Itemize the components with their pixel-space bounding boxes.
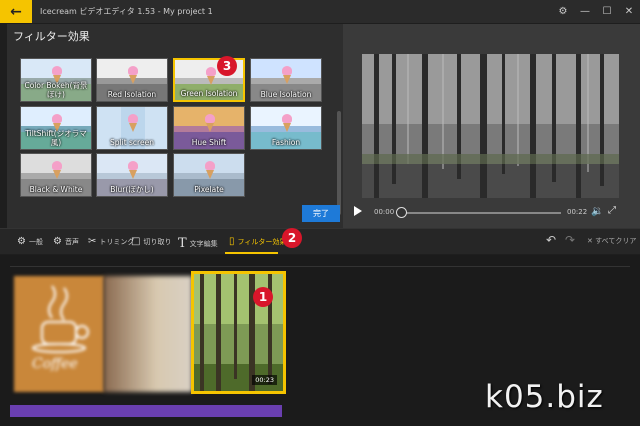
text-icon: T	[178, 236, 187, 251]
video-preview	[362, 54, 619, 198]
filter-label: Blur(ぼかし)	[110, 185, 154, 194]
filter-panel: フィルター効果 Color Bokeh(背景ぼけ) Red Isolation Gr…	[7, 24, 343, 228]
arrow-left-icon: ←	[10, 3, 22, 20]
filter-label: Red Isolation	[107, 90, 157, 99]
callout-badge-2: 2	[282, 228, 302, 248]
tool-label: 文字編集	[189, 239, 218, 248]
tool-label: 音声	[64, 237, 79, 246]
coffee-text: Coffee	[32, 356, 78, 372]
filter-thumb[interactable]: Split screen	[96, 106, 168, 150]
panel-title: フィルター効果	[13, 30, 90, 43]
back-button[interactable]: ←	[0, 0, 32, 23]
filter-label: Blue Isolation	[260, 90, 312, 99]
ice-cream-icon	[282, 114, 292, 132]
filter-label: Green Isolation	[180, 89, 238, 98]
ice-cream-icon	[206, 67, 216, 85]
clear-all-label: すべてクリア	[595, 237, 637, 245]
filter-icon: ▯	[229, 236, 235, 247]
filter-label: Hue Shift	[191, 138, 227, 147]
clip-duration: 00:23	[252, 375, 277, 385]
filter-label: TiltShift(ジオラマ風)	[25, 129, 87, 147]
filter-thumb[interactable]: Blur(ぼかし)	[96, 153, 168, 197]
active-tab-indicator	[225, 252, 278, 254]
tool-audio[interactable]: ⚙ 音声	[53, 236, 79, 247]
undo-icon[interactable]: ↶	[546, 233, 556, 247]
ice-cream-icon	[128, 114, 138, 132]
gear-icon[interactable]: ⚙	[552, 6, 574, 17]
filter-label: Black & White	[29, 185, 83, 194]
maximize-icon[interactable]: ☐	[596, 6, 618, 17]
timeline-ruler[interactable]	[10, 259, 630, 267]
timeline-clip-coffee[interactable]: Coffee	[14, 276, 104, 392]
filter-label: Color Bokeh(背景ぼけ)	[24, 81, 88, 99]
play-icon[interactable]	[354, 206, 362, 216]
title-bar: ← Icecream ビデオエディタ 1.53 - My project 1 ⚙…	[0, 0, 640, 23]
filter-thumb[interactable]: Black & White	[20, 153, 92, 197]
video-preview-panel: 00:00 00:22 🔉 ⤢	[343, 24, 640, 228]
scissors-icon: ✂	[88, 236, 97, 247]
filter-thumb[interactable]: Color Bokeh(背景ぼけ)	[20, 58, 92, 102]
volume-icon[interactable]: 🔉	[591, 206, 603, 217]
callout-badge-3: 3	[217, 56, 237, 76]
fullscreen-icon[interactable]: ⤢	[608, 205, 616, 216]
ice-cream-icon	[128, 66, 138, 84]
callout-badge-1: 1	[253, 287, 273, 307]
timeline-clip-selected[interactable]: 00:23	[191, 271, 286, 394]
duration: 00:22	[567, 208, 588, 216]
tool-filter[interactable]: ▯ フィルター効果	[229, 236, 286, 247]
tool-general[interactable]: ⚙ 一般	[17, 236, 43, 247]
ice-cream-icon	[52, 161, 62, 179]
tool-label: 切り取り	[143, 237, 172, 246]
filter-thumb[interactable]: TiltShift(ジオラマ風)	[20, 106, 92, 150]
filter-scrollbar[interactable]	[337, 111, 341, 215]
app-window: ← Icecream ビデオエディタ 1.53 - My project 1 ⚙…	[0, 0, 640, 426]
window-controls: ⚙ — ☐ ✕	[552, 0, 640, 23]
filter-label: Split screen	[110, 138, 154, 147]
filter-thumb[interactable]: Red Isolation	[96, 58, 168, 102]
edit-toolbar: ⚙ 一般 ⚙ 音声 ✂ トリミング □ 切り取り T 文字編集 ▯ フィルター効…	[0, 228, 640, 254]
filter-thumb[interactable]: Fashion	[250, 106, 322, 150]
close-icon[interactable]: ✕	[618, 6, 640, 17]
tool-label: 一般	[28, 237, 43, 246]
tool-label: フィルター効果	[237, 237, 287, 246]
tool-text[interactable]: T 文字編集	[178, 236, 218, 251]
ice-cream-icon	[205, 161, 215, 179]
audio-gear-icon: ⚙	[53, 236, 62, 247]
filter-label: Fashion	[271, 138, 301, 147]
ice-cream-icon	[282, 66, 292, 84]
tool-label: トリミング	[99, 237, 135, 246]
ice-cream-icon	[128, 161, 138, 179]
filter-thumb[interactable]: Pixelate	[173, 153, 245, 197]
tool-crop[interactable]: □ 切り取り	[131, 236, 171, 247]
redo-icon[interactable]: ↷	[565, 233, 575, 247]
timeline-clip-2[interactable]	[104, 276, 192, 392]
watermark: k05.biz	[485, 379, 604, 415]
ice-cream-icon	[205, 114, 215, 132]
tool-trim[interactable]: ✂ トリミング	[88, 236, 134, 247]
crop-icon: □	[131, 236, 141, 247]
seek-bar[interactable]	[401, 212, 561, 214]
current-time: 00:00	[374, 208, 395, 216]
clear-all-button[interactable]: ✕ すべてクリア	[587, 236, 636, 246]
filter-thumb[interactable]: Hue Shift	[173, 106, 245, 150]
seek-knob[interactable]	[396, 207, 407, 218]
done-button[interactable]: 完了	[302, 205, 340, 222]
gear-icon: ⚙	[17, 236, 26, 247]
window-title: Icecream ビデオエディタ 1.53 - My project 1	[40, 7, 213, 16]
filter-label: Pixelate	[194, 185, 224, 194]
minimize-icon[interactable]: —	[574, 6, 596, 17]
audio-track[interactable]	[10, 405, 282, 417]
filter-thumb[interactable]: Blue Isolation	[250, 58, 322, 102]
